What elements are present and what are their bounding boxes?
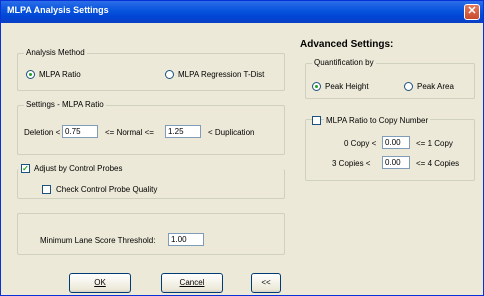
quantification-legend: Quantification by — [312, 58, 376, 67]
copy3-label: 3 Copies < — [332, 159, 371, 168]
copy-number-group: MLPA Ratio to Copy Number 0 Copy < 0.00 … — [305, 116, 475, 181]
cancel-label: Cancel — [179, 278, 205, 287]
advanced-settings-title: Advanced Settings: — [300, 39, 394, 50]
copy1-label: <= 1 Copy — [416, 139, 453, 148]
peak-height-radio[interactable] — [312, 82, 321, 91]
copy0-input[interactable]: 0.00 — [382, 136, 410, 149]
lane-score-input[interactable]: 1.00 — [168, 233, 204, 246]
mlpa-ratio-label[interactable]: MLPA Ratio — [39, 70, 81, 79]
mlpa-regression-radio[interactable] — [165, 70, 174, 79]
title-bar[interactable]: MLPA Analysis Settings ✕ — [1, 1, 483, 23]
check-probe-quality-label[interactable]: Check Control Probe Quality — [56, 185, 157, 194]
cancel-button[interactable]: Cancel — [161, 273, 223, 293]
dialog-window: MLPA Analysis Settings ✕ Analysis Method… — [0, 0, 484, 296]
analysis-method-group: Analysis Method MLPA Ratio MLPA Regressi… — [17, 48, 285, 91]
peak-height-label[interactable]: Peak Height — [325, 82, 369, 91]
lane-score-group: Minimum Lane Score Threshold: 1.00 — [17, 213, 285, 255]
copy4-label: <= 4 Copies — [416, 159, 460, 168]
peak-area-label[interactable]: Peak Area — [417, 82, 454, 91]
window-title: MLPA Analysis Settings — [7, 5, 109, 15]
close-icon: ✕ — [467, 5, 477, 17]
ok-label: OK — [94, 278, 106, 287]
copy0-label: 0 Copy < — [344, 139, 377, 148]
copy3-input[interactable]: 0.00 — [382, 156, 410, 169]
settings-ratio-group: Settings - MLPA Ratio Deletion < 0.75 <=… — [17, 100, 285, 155]
ok-button[interactable]: OK — [69, 273, 131, 293]
normal-input[interactable]: 1.25 — [165, 125, 201, 138]
peak-area-radio[interactable] — [404, 82, 413, 91]
control-probes-group: Check Control Probe Quality — [17, 169, 285, 199]
copy-number-checkbox[interactable] — [312, 116, 321, 125]
settings-ratio-legend: Settings - MLPA Ratio — [24, 100, 106, 109]
mlpa-ratio-radio[interactable] — [26, 70, 35, 79]
copy-number-label[interactable]: MLPA Ratio to Copy Number — [324, 116, 431, 125]
close-button[interactable]: ✕ — [464, 4, 480, 20]
normal-label: <= Normal <= — [105, 128, 154, 137]
deletion-label: Deletion < — [24, 128, 61, 137]
deletion-input[interactable]: 0.75 — [62, 125, 98, 138]
check-probe-quality-checkbox[interactable] — [42, 185, 51, 194]
collapse-advanced-button[interactable]: << — [251, 273, 281, 293]
lane-score-label: Minimum Lane Score Threshold: — [40, 236, 156, 245]
quantification-group: Quantification by Peak Height Peak Area — [305, 58, 475, 99]
duplication-label: < Duplication — [208, 128, 255, 137]
mlpa-regression-label[interactable]: MLPA Regression T-Dist — [178, 70, 264, 79]
analysis-method-legend: Analysis Method — [24, 48, 87, 57]
collapse-label: << — [261, 278, 271, 287]
